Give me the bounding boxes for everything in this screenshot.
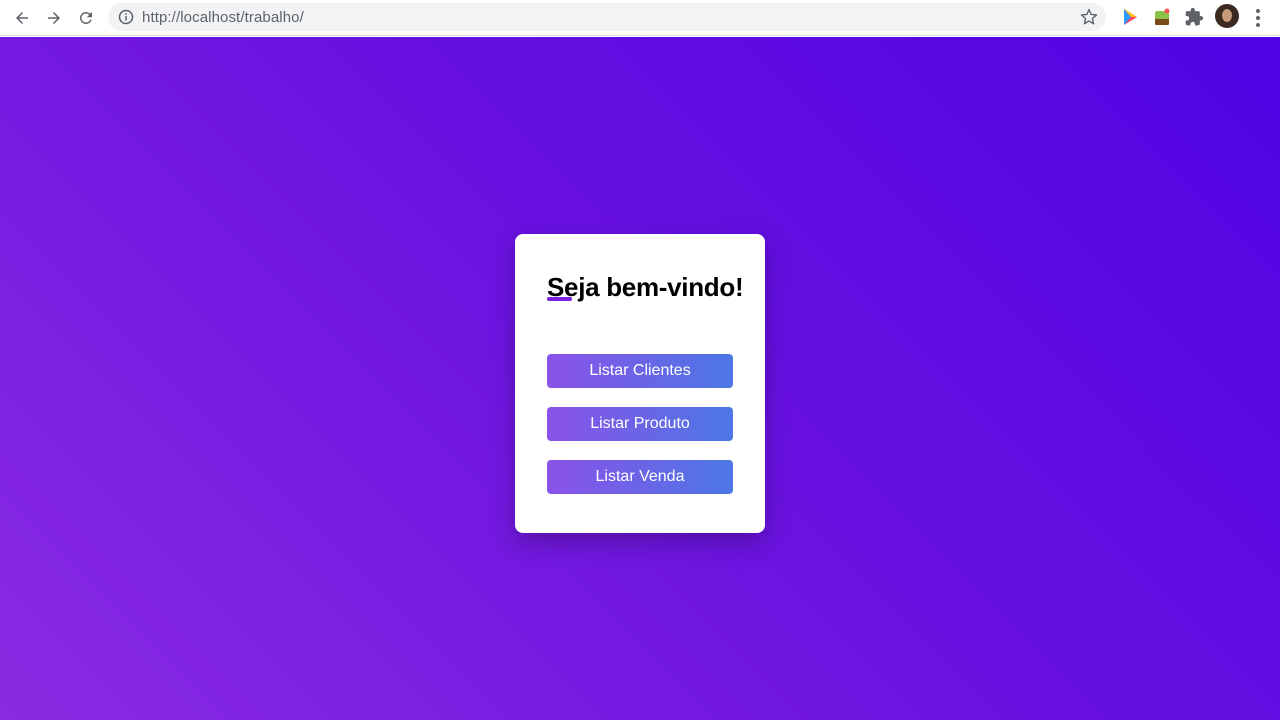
title-underline [547, 297, 572, 301]
list-product-button[interactable]: Listar Produto [547, 407, 733, 441]
info-icon[interactable] [118, 9, 134, 25]
play-icon[interactable] [1118, 5, 1142, 29]
list-sale-button[interactable]: Listar Venda [547, 460, 733, 494]
page-title: Seja bem-vindo! [547, 272, 744, 302]
kebab-menu-icon[interactable] [1248, 6, 1268, 30]
list-clients-button[interactable]: Listar Clientes [547, 354, 733, 388]
url-text: http://localhost/trabalho/ [142, 9, 304, 26]
forward-arrow-icon[interactable] [40, 4, 68, 32]
welcome-card: Seja bem-vindo! Listar Clientes Listar P… [515, 234, 765, 533]
back-arrow-icon[interactable] [8, 4, 36, 32]
plant-icon[interactable] [1150, 5, 1174, 29]
address-bar[interactable]: http://localhost/trabalho/ [108, 3, 1106, 31]
page-background: Seja bem-vindo! Listar Clientes Listar P… [0, 37, 1280, 720]
star-icon[interactable] [1080, 8, 1098, 26]
avatar[interactable] [1215, 4, 1239, 28]
puzzle-icon[interactable] [1182, 5, 1206, 29]
browser-toolbar: http://localhost/trabalho/ [0, 0, 1280, 36]
reload-icon[interactable] [72, 4, 100, 32]
